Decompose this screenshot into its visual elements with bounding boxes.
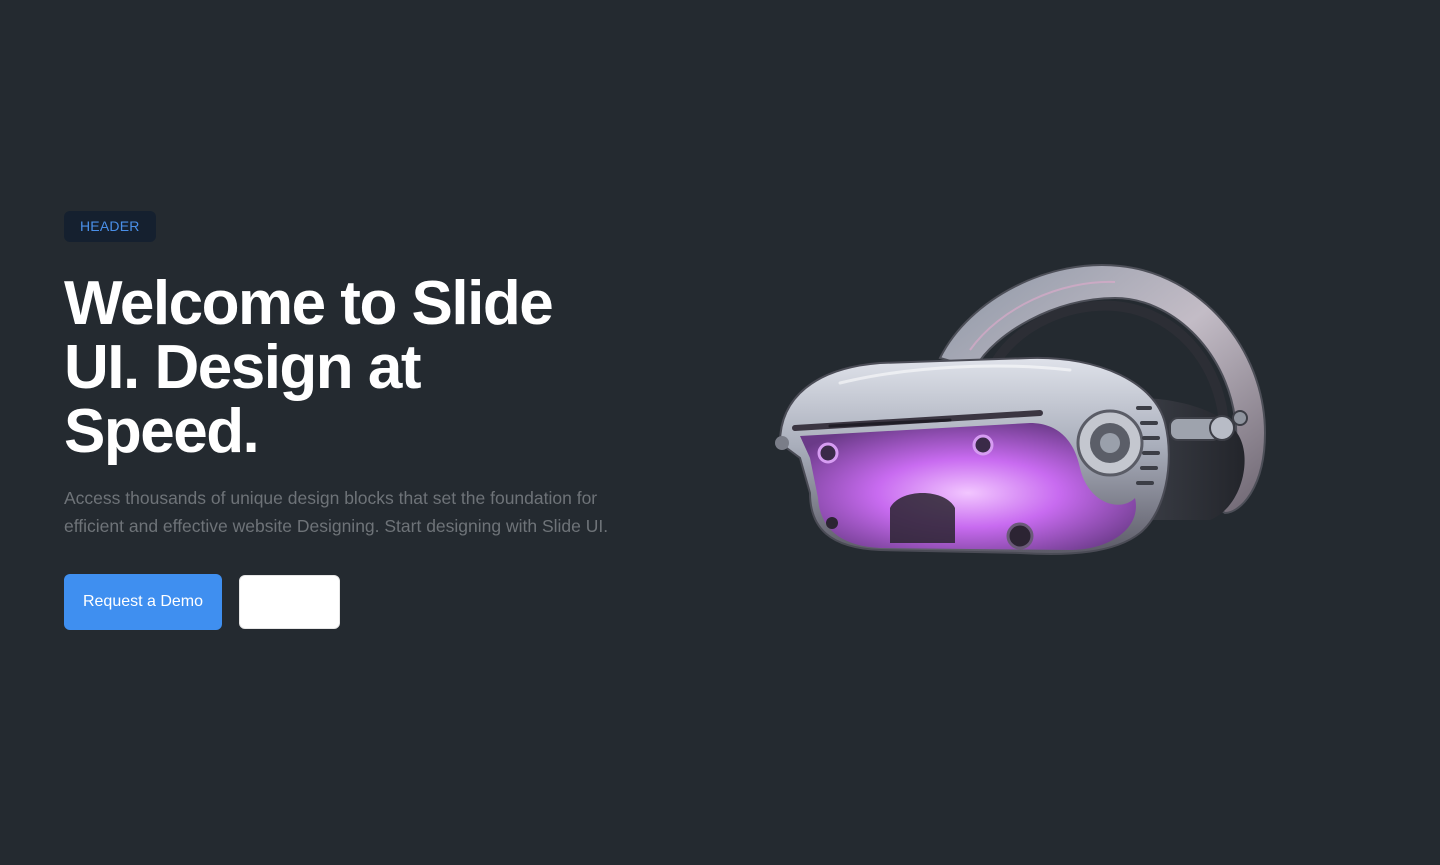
header-badge: HEADER bbox=[64, 211, 156, 242]
hero-description: Access thousands of unique design blocks… bbox=[64, 488, 609, 536]
hero-content: HEADER Welcome to Slide UI. Design at Sp… bbox=[64, 211, 664, 630]
vr-headset-image bbox=[770, 258, 1280, 568]
vr-headset-icon bbox=[775, 264, 1267, 555]
hero-actions: Request a Demo bbox=[64, 574, 664, 630]
hero-title: Welcome to Slide UI. Design at Speed. bbox=[64, 269, 554, 466]
secondary-button[interactable] bbox=[239, 575, 340, 629]
hero-section: HEADER Welcome to Slide UI. Design at Sp… bbox=[0, 0, 1440, 865]
request-demo-button[interactable]: Request a Demo bbox=[64, 574, 222, 630]
